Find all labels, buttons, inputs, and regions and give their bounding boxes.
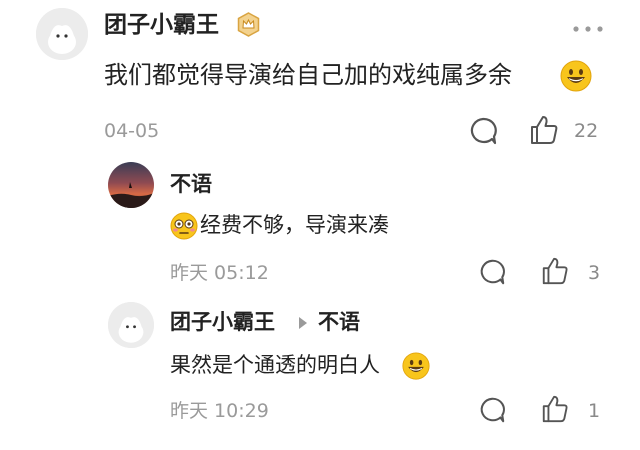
like-count: 3 <box>588 262 601 284</box>
comment-date: 04-05 <box>104 120 160 142</box>
like-thumb-icon[interactable] <box>528 114 560 146</box>
reply-arrow-icon <box>298 315 308 329</box>
reply-text: 经费不够，导演来凑 <box>200 213 389 237</box>
reply-text: 果然是个通透的明白人 <box>170 353 380 377</box>
like-count: 1 <box>588 400 601 422</box>
avatar-main[interactable] <box>36 8 88 60</box>
like-count: 22 <box>574 120 599 142</box>
reply-time: 昨天 10:29 <box>170 400 269 422</box>
reply-bubble-icon[interactable] <box>478 258 506 286</box>
like-thumb-icon[interactable] <box>540 394 570 424</box>
reply-username[interactable]: 团子小霸王 <box>170 308 275 336</box>
grinning-face-emoji <box>560 60 592 92</box>
more-dots-icon[interactable] <box>572 20 604 32</box>
like-thumb-icon[interactable] <box>540 256 570 286</box>
flushed-face-emoji <box>170 212 198 240</box>
reply-time: 昨天 05:12 <box>170 262 269 284</box>
crown-badge-icon <box>236 12 261 37</box>
comment-username[interactable]: 团子小霸王 <box>104 10 219 40</box>
reply-bubble-icon[interactable] <box>478 396 506 424</box>
reply-bubble-icon[interactable] <box>468 116 498 146</box>
comment-text: 我们都觉得导演给自己加的戏纯属多余 <box>104 61 512 89</box>
grinning-face-emoji <box>402 352 430 380</box>
reply-to-username[interactable]: 不语 <box>318 308 360 336</box>
avatar-reply-1[interactable] <box>108 162 154 208</box>
reply-username[interactable]: 不语 <box>170 170 212 198</box>
avatar-reply-2[interactable] <box>108 302 154 348</box>
